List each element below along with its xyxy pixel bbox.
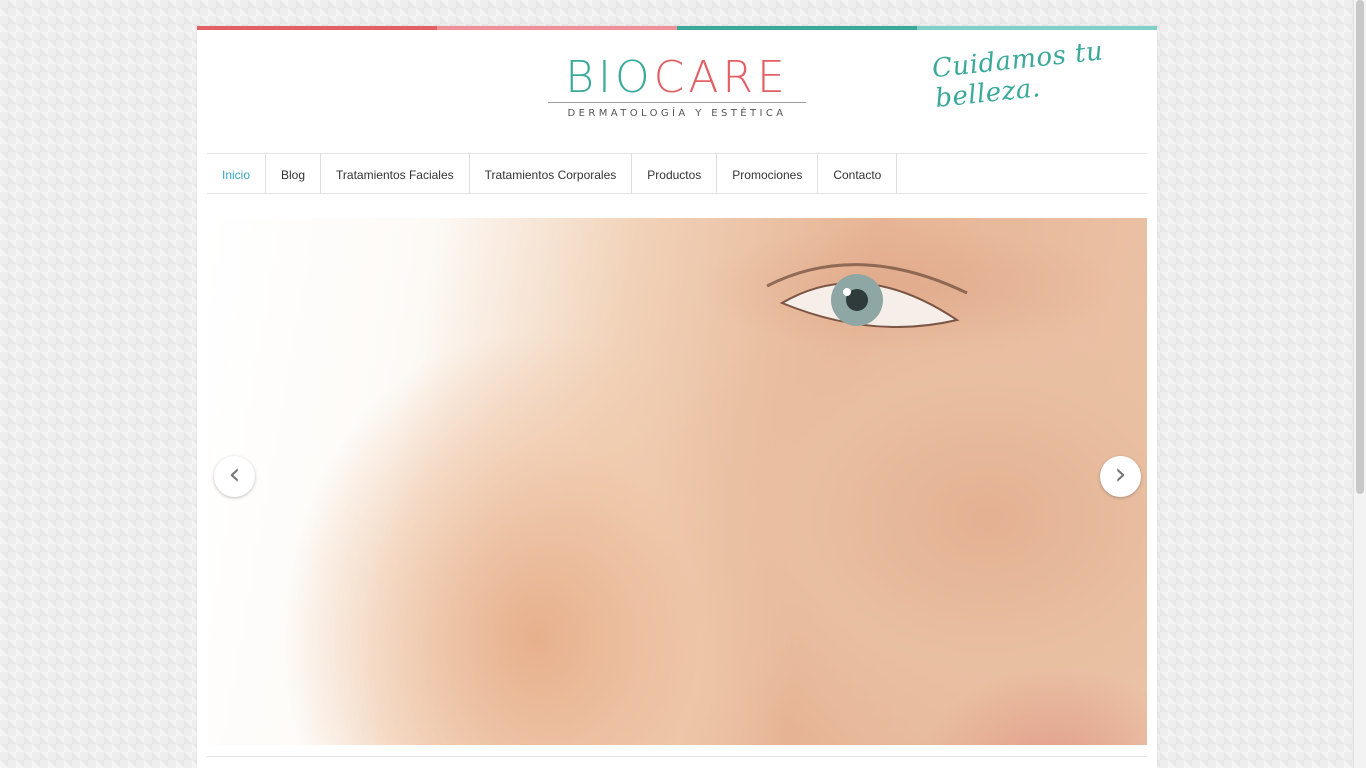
nav-item-contacto[interactable]: Contacto [818,154,898,193]
slide-image [766,263,968,328]
page-container: BIOCARE DERMATOLOGÍA Y ESTÉTICA Cuidamos… [197,26,1157,768]
nav-item-tratamientos-faciales[interactable]: Tratamientos Faciales [321,154,470,193]
divider [207,756,1147,757]
nav-item-tratamientos-corporales[interactable]: Tratamientos Corporales [470,154,633,193]
scrollbar-thumb[interactable] [1356,0,1364,494]
color-bar [197,26,1157,30]
hero-slider: ‹ › [207,218,1147,745]
nav-item-inicio[interactable]: Inicio [207,154,267,193]
page-scrollbar[interactable] [1353,0,1366,768]
nav-item-promociones[interactable]: Promociones [717,154,819,193]
main-navigation: Inicio Blog Tratamientos Faciales Tratam… [207,153,1147,194]
tagline: Cuidamos tu belleza. [930,36,1105,114]
slider-prev-button[interactable]: ‹ [214,456,255,497]
logo-subtitle: DERMATOLOGÍA Y ESTÉTICA [567,108,787,119]
nav-item-blog[interactable]: Blog [266,154,322,193]
nav-item-productos[interactable]: Productos [632,154,718,193]
logo[interactable]: BIOCARE DERMATOLOGÍA Y ESTÉTICA [547,56,807,126]
logo-wordmark: BIOCARE [565,52,789,103]
slider-next-button[interactable]: › [1100,456,1141,497]
